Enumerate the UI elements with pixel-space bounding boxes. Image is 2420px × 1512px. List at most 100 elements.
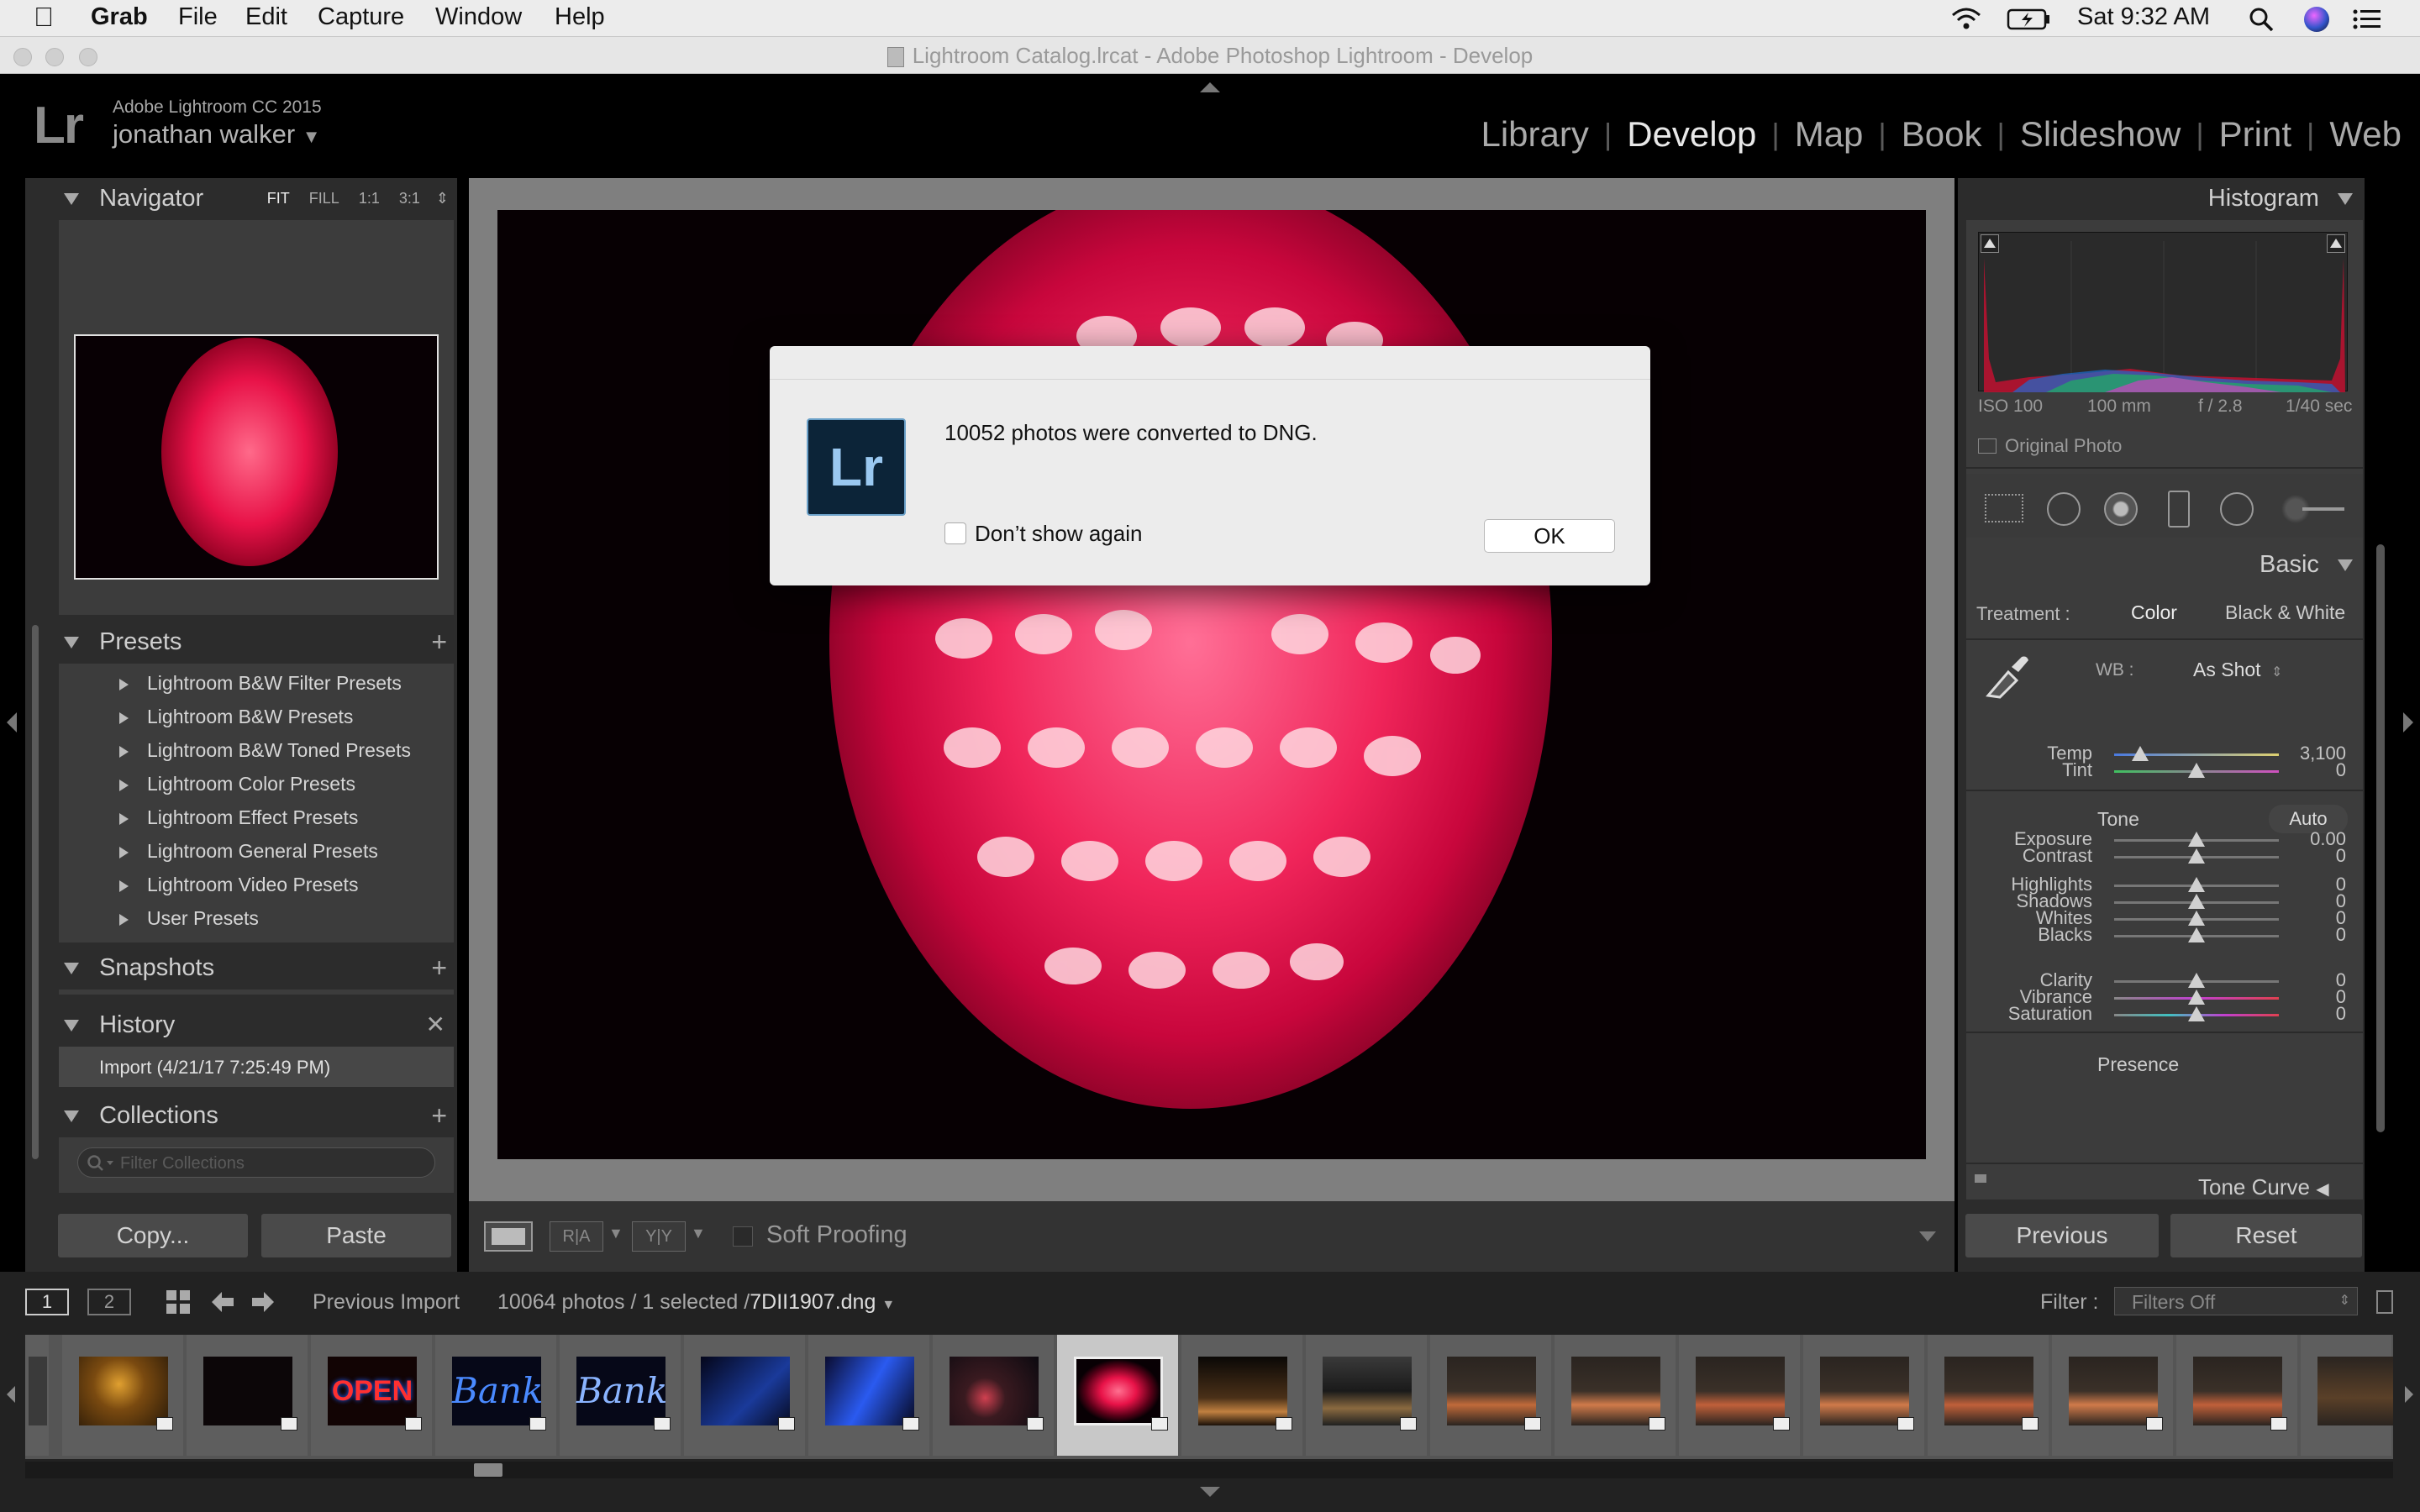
filmstrip-thumbnail[interactable]: Bank (560, 1335, 682, 1456)
menu-app-grab[interactable]: Grab (91, 3, 148, 31)
top-panel-toggle-icon[interactable] (1200, 82, 1220, 92)
module-book[interactable]: Book (1886, 114, 1997, 155)
add-preset-icon[interactable]: + (431, 622, 447, 662)
radial-filter-tool-icon[interactable] (2220, 492, 2254, 526)
history-item[interactable]: Import (4/21/17 7:25:49 PM) (99, 1057, 330, 1079)
slider-value-contrast[interactable]: 0 (2279, 845, 2346, 867)
slider-value-blacks[interactable]: 0 (2279, 924, 2346, 946)
panel-switch-icon[interactable] (1975, 1174, 1986, 1183)
collections-filter-field[interactable]: Filter Collections (77, 1147, 435, 1178)
user-dropdown-icon[interactable]: ▼ (302, 126, 321, 147)
slider-thumb-blacks[interactable] (2188, 927, 2205, 942)
module-develop[interactable]: Develop (1612, 114, 1771, 155)
reset-settings-button[interactable]: Reset (2170, 1213, 2363, 1258)
before-after-lr-dropdown-icon[interactable]: ▼ (608, 1225, 623, 1242)
histogram-graph[interactable] (1978, 232, 2348, 392)
slider-thumb-highlights[interactable] (2188, 877, 2205, 892)
wb-dropdown-icon[interactable]: ⇕ (2271, 665, 2282, 680)
filmstrip-thumbnail[interactable] (1803, 1335, 1926, 1456)
before-after-tb-button[interactable]: Y|Y (632, 1221, 686, 1252)
highlight-clipping-indicator[interactable] (2327, 234, 2345, 253)
menu-help[interactable]: Help (555, 3, 605, 31)
identity-user-name[interactable]: jonathan walker ▼ (113, 119, 321, 150)
preset-folder[interactable]: Lightroom General Presets (119, 840, 378, 863)
minimize-window-button[interactable] (45, 48, 64, 66)
apple-menu-icon[interactable]:  (34, 2, 54, 33)
filmstrip-thumbnail[interactable] (25, 1335, 50, 1456)
filmstrip-thumbnail[interactable] (1306, 1335, 1428, 1456)
expand-triangle-icon[interactable] (119, 913, 129, 926)
right-panel-scrollbar[interactable] (2376, 544, 2385, 1132)
menu-window[interactable]: Window (435, 3, 522, 31)
left-panel-scrollbar[interactable] (32, 625, 39, 1159)
secondary-window-button[interactable]: 2 (87, 1289, 131, 1315)
filmstrip-scrollbar[interactable] (25, 1462, 2393, 1478)
filmstrip-scrollbar-thumb[interactable] (474, 1463, 502, 1477)
clear-history-icon[interactable]: ✕ (426, 1005, 445, 1045)
shadow-clipping-indicator[interactable] (1981, 234, 1999, 253)
zoom-fill[interactable]: FILL (309, 190, 339, 207)
close-window-button[interactable] (13, 48, 32, 66)
snapshots-header[interactable]: Snapshots + (25, 948, 457, 988)
expand-triangle-icon[interactable] (119, 779, 129, 791)
toolbar-menu-icon[interactable] (1909, 1226, 1946, 1250)
zoom-window-button[interactable] (79, 48, 97, 66)
menu-file[interactable]: File (178, 3, 218, 31)
grid-view-icon[interactable] (165, 1289, 192, 1315)
tone-curve-panel-header[interactable]: Tone Curve ◀ (2198, 1174, 2329, 1200)
bottom-panel-toggle-icon[interactable] (1200, 1487, 1220, 1497)
histogram-header[interactable]: Histogram (1958, 178, 2365, 218)
collapse-triangle-icon[interactable] (64, 1020, 79, 1032)
filmstrip-source[interactable]: Previous Import (313, 1290, 460, 1315)
module-slideshow[interactable]: Slideshow (2005, 114, 2196, 155)
preset-folder[interactable]: Lightroom B&W Toned Presets (119, 739, 411, 762)
slider-thumb-contrast[interactable] (2188, 848, 2205, 864)
left-panel-toggle-icon[interactable] (7, 712, 17, 732)
module-web[interactable]: Web (2314, 114, 2402, 155)
filmstrip-thumbnail[interactable] (2052, 1335, 2175, 1456)
slider-thumb-tint[interactable] (2188, 763, 2205, 778)
zoom-stepper-icon[interactable]: ⇕ (436, 190, 449, 207)
treatment-color-option[interactable]: Color (2131, 601, 2177, 624)
siri-icon[interactable] (2304, 7, 2329, 32)
collapse-triangle-icon[interactable] (64, 193, 79, 206)
spotlight-search-icon[interactable] (2249, 7, 2274, 32)
zoom-3-1[interactable]: 3:1 (399, 190, 420, 207)
collapse-triangle-icon[interactable] (2338, 559, 2353, 572)
expand-triangle-icon[interactable] (119, 812, 129, 825)
filmstrip-thumbnail[interactable] (1430, 1335, 1553, 1456)
before-after-tb-dropdown-icon[interactable]: ▼ (691, 1225, 706, 1242)
collapse-triangle-icon[interactable] (64, 637, 79, 649)
expand-triangle-icon[interactable] (119, 879, 129, 892)
filmstrip-thumbnail[interactable] (1679, 1335, 1802, 1456)
collapse-triangle-icon[interactable] (64, 963, 79, 975)
slider-thumb-vibrance[interactable] (2188, 990, 2205, 1005)
filmstrip-thumbnail[interactable]: OPEN (311, 1335, 434, 1456)
back-arrow-icon[interactable] (210, 1290, 235, 1314)
preset-folder[interactable]: Lightroom Effect Presets (119, 806, 358, 829)
collapse-triangle-icon[interactable] (2338, 193, 2353, 206)
slider-thumb-whites[interactable] (2188, 911, 2205, 926)
expand-triangle-icon[interactable]: ◀ (2316, 1180, 2328, 1199)
spot-removal-tool-icon[interactable] (2047, 492, 2081, 526)
expand-triangle-icon[interactable] (119, 711, 129, 724)
crop-overlay-tool-icon[interactable] (1985, 494, 2023, 522)
loupe-view-button[interactable] (484, 1221, 533, 1252)
expand-triangle-icon[interactable] (119, 846, 129, 858)
history-header[interactable]: History ✕ (25, 1005, 457, 1045)
filmstrip-thumbnail[interactable] (933, 1335, 1055, 1456)
white-balance-eyedropper-icon[interactable] (1983, 650, 2030, 701)
before-after-lr-button[interactable]: R|A (550, 1221, 603, 1252)
notification-center-icon[interactable] (2353, 8, 2381, 30)
filmstrip-thumbnail[interactable] (187, 1335, 309, 1456)
slider-thumb-clarity[interactable] (2188, 973, 2205, 988)
original-photo-checkbox[interactable] (1978, 438, 1996, 454)
forward-arrow-icon[interactable] (250, 1290, 276, 1314)
filmstrip-thumbnail[interactable] (2176, 1335, 2299, 1456)
expand-triangle-icon[interactable] (119, 678, 129, 690)
right-panel-toggle-icon[interactable] (2403, 712, 2413, 732)
basic-panel-header[interactable]: Basic (1958, 544, 2365, 585)
paste-settings-button[interactable]: Paste (260, 1213, 452, 1258)
preset-folder[interactable]: Lightroom Video Presets (119, 874, 358, 896)
graduated-filter-tool-icon[interactable] (2168, 491, 2190, 528)
